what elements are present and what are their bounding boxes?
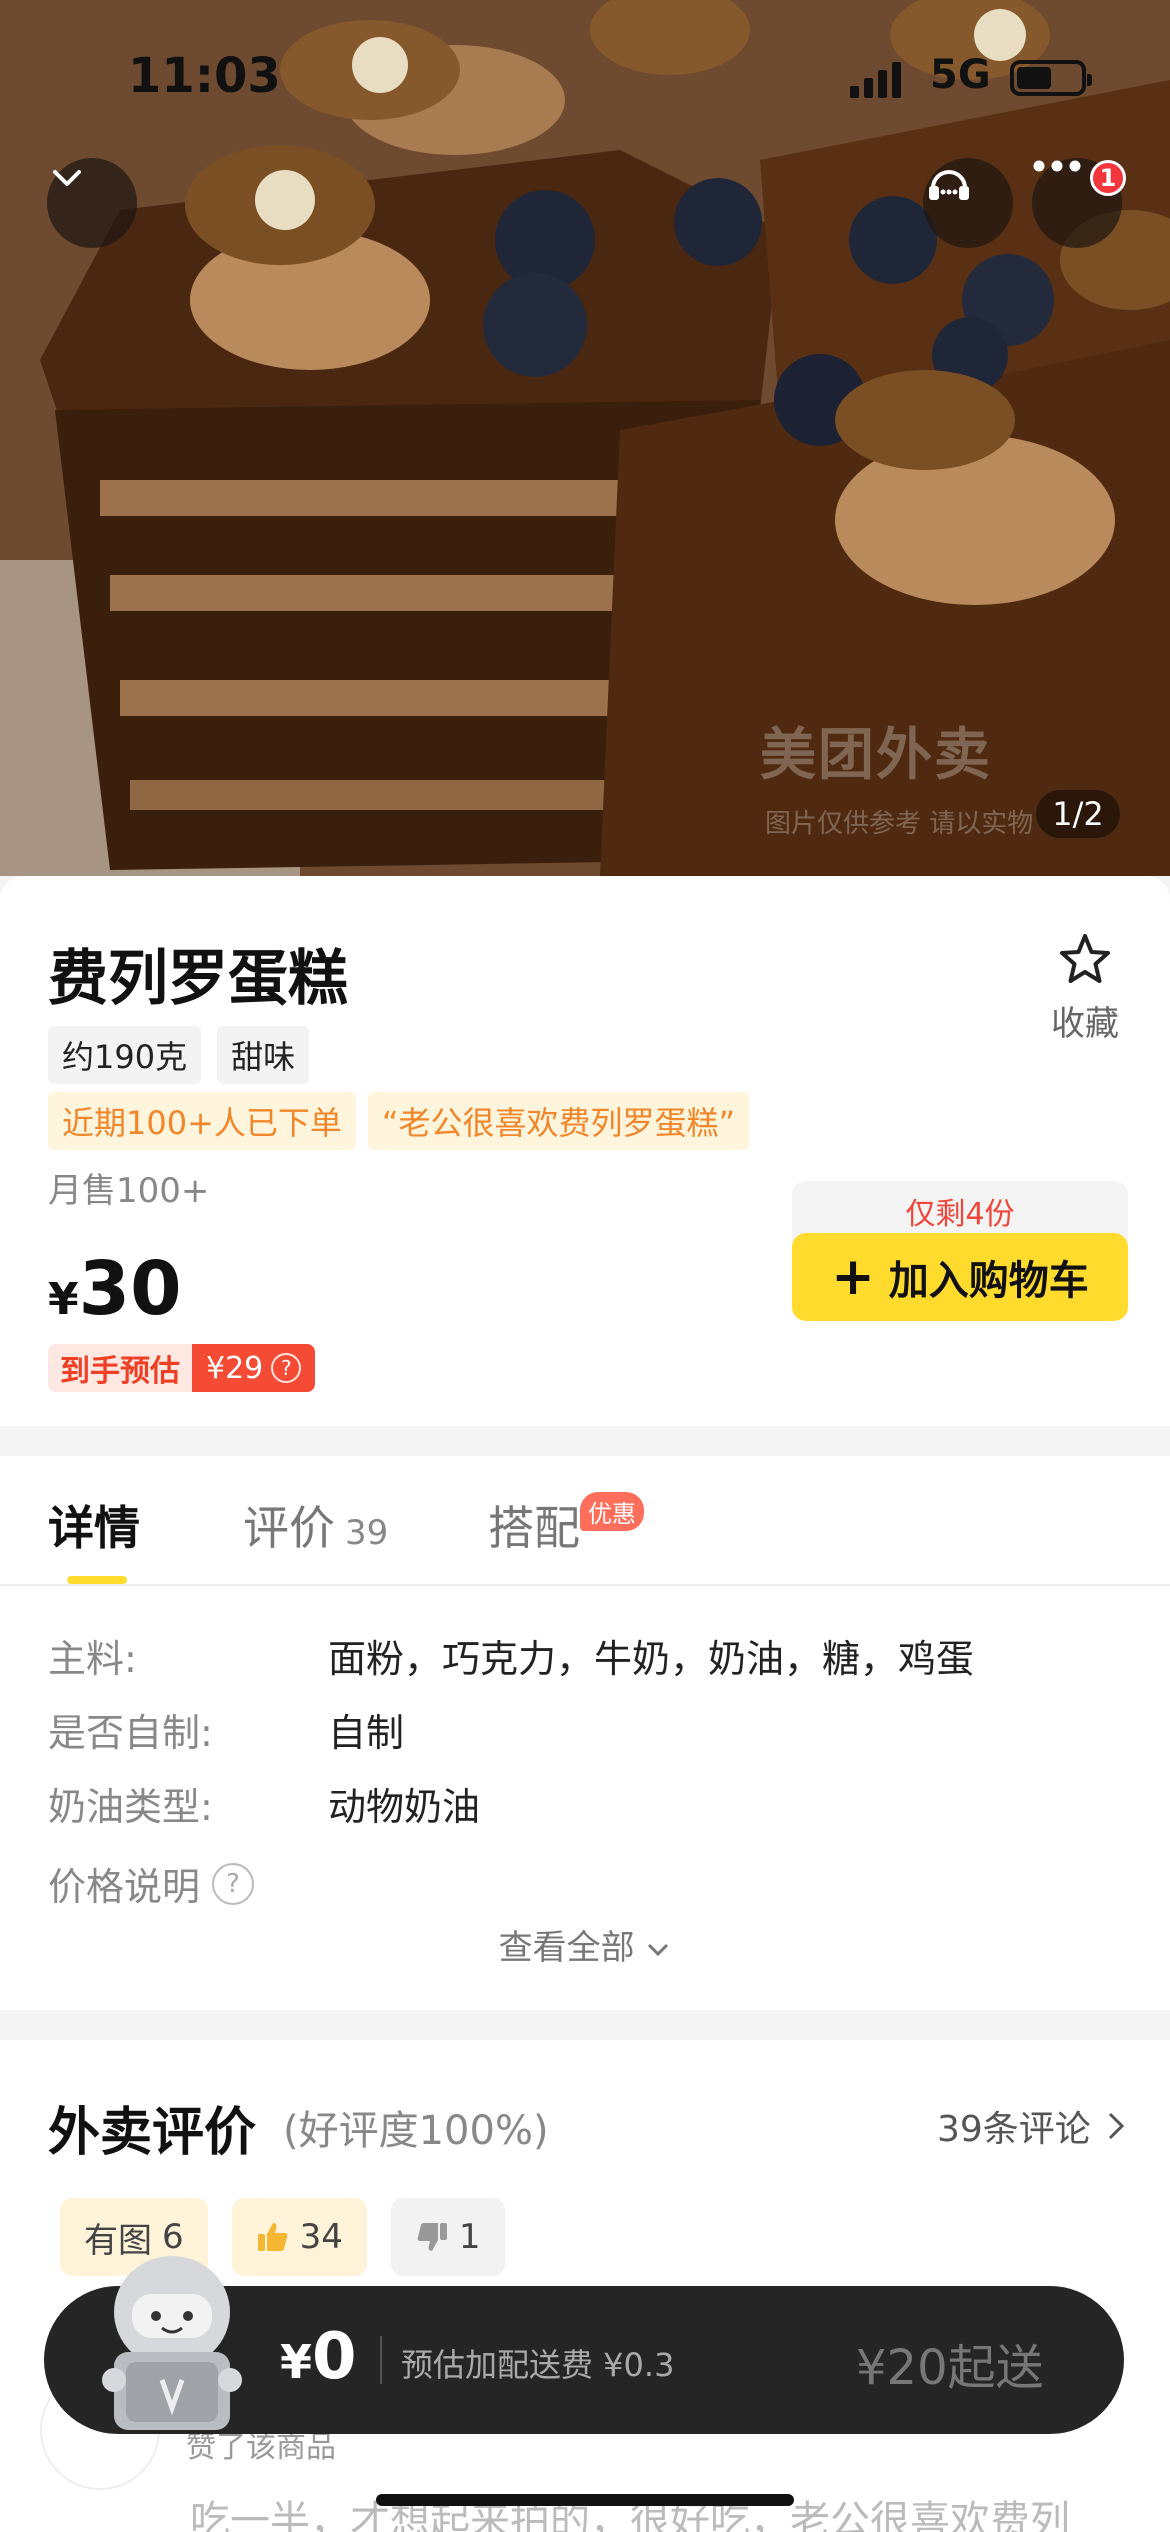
- tab-bar: 详情 评价 39 搭配 优惠: [0, 1456, 1170, 1586]
- customer-service-button[interactable]: [923, 158, 1013, 248]
- discount-badge: 优惠: [580, 1492, 644, 1531]
- orders-tag: 近期100+人已下单: [48, 1092, 356, 1150]
- product-card: 费列罗蛋糕 收藏 约190克 甜味 近期100+人已下单 “老公很喜欢费列罗蛋糕…: [0, 876, 1170, 1426]
- estimated-price-badge[interactable]: 到手预估 ¥29 ?: [48, 1344, 316, 1392]
- product-title: 费列罗蛋糕: [48, 944, 348, 1014]
- divider: [380, 2336, 382, 2384]
- minimum-order-label: ¥20起送: [856, 2340, 1044, 2396]
- signal-icon: [850, 62, 904, 98]
- status-bar: 11:03 5G: [0, 0, 1170, 150]
- star-icon: [1060, 934, 1110, 983]
- taste-tag: 甜味: [217, 1026, 310, 1084]
- attribute-row: 是否自制: 自制: [48, 1702, 404, 1757]
- chevron-right-icon: [1108, 2112, 1124, 2140]
- monthly-sales: 月售100+: [48, 1171, 210, 1211]
- tab-review-count: 39: [345, 1513, 389, 1553]
- help-icon: ?: [212, 1862, 255, 1905]
- tab-review[interactable]: 评价 39: [243, 1492, 388, 1558]
- attribute-key: 奶油类型:: [48, 1785, 213, 1829]
- price-note[interactable]: 价格说明 ?: [48, 1856, 255, 1911]
- review-title: 外卖评价: [48, 2103, 257, 2163]
- quote-tag: “老公很喜欢费列罗蛋糕”: [367, 1092, 750, 1150]
- highlight-tags: 近期100+人已下单 “老公很喜欢费列罗蛋糕”: [48, 1092, 750, 1150]
- review-rating: (好评度100%): [283, 2108, 549, 2154]
- estimate-label: 到手预估: [48, 1344, 192, 1392]
- tab-detail[interactable]: 详情: [48, 1492, 140, 1558]
- attribute-row: 主料: 面粉，巧克力，牛奶，奶油，糖，鸡蛋: [48, 1628, 974, 1683]
- attribute-value: 动物奶油: [328, 1785, 481, 1829]
- attribute-value: 自制: [328, 1711, 405, 1755]
- price-value: 30: [78, 1246, 182, 1332]
- watermark-sub: 图片仅供参考 请以实物: [765, 809, 1034, 839]
- help-icon: ?: [271, 1353, 302, 1383]
- active-tab-indicator: [67, 1576, 127, 1584]
- estimate-price: ¥29: [206, 1350, 264, 1386]
- status-time: 11:03: [128, 48, 281, 104]
- add-to-cart-button[interactable]: + 加入购物车: [792, 1233, 1128, 1321]
- filter-count: 34: [299, 2217, 343, 2257]
- favorite-button[interactable]: 收藏: [1040, 932, 1130, 1045]
- thumbs-up-icon: [257, 2223, 288, 2251]
- review-count-link[interactable]: 39条评论: [937, 2100, 1125, 2152]
- chevron-down-icon: [53, 170, 81, 186]
- estimate-price-box: ¥29 ?: [192, 1344, 316, 1392]
- cart-total-value: 0: [312, 2320, 357, 2394]
- image-page-indicator: 1/2: [1036, 790, 1120, 838]
- thumbs-down-icon: [417, 2223, 447, 2251]
- home-indicator[interactable]: [376, 2494, 794, 2506]
- watermark: 美团外卖: [760, 723, 992, 788]
- attribute-key: 主料:: [48, 1637, 137, 1681]
- mascot-cart-icon[interactable]: [92, 2240, 252, 2440]
- stock-note: 仅剩4份: [792, 1181, 1128, 1241]
- plus-icon: +: [831, 1247, 875, 1307]
- headset-icon: [929, 170, 969, 200]
- more-dots-icon: [1033, 160, 1081, 172]
- attribute-key: 是否自制:: [48, 1711, 213, 1755]
- review-count-label: 39条评论: [937, 2109, 1091, 2150]
- delivery-fee-note: 预估加配送费 ¥0.3: [401, 2346, 675, 2384]
- see-all-label: 查看全部: [498, 1928, 635, 1968]
- see-all-button[interactable]: 查看全部: [0, 1920, 1170, 1969]
- add-to-cart-label: 加入购物车: [888, 1258, 1089, 1304]
- tab-combo[interactable]: 搭配: [488, 1492, 580, 1558]
- battery-icon: [1010, 60, 1092, 96]
- filter-thumbs-down[interactable]: 1: [390, 2198, 505, 2276]
- currency-symbol: ¥: [48, 1274, 79, 1325]
- favorite-label: 收藏: [1051, 1004, 1119, 1044]
- filter-count: 1: [458, 2217, 481, 2257]
- attribute-row: 奶油类型: 动物奶油: [48, 1776, 480, 1831]
- collapse-button[interactable]: [47, 158, 137, 248]
- product-image[interactable]: 11:03 5G 1 美团外卖 图片仅供参考 请以实物 1/2: [0, 0, 1170, 876]
- cart-total: ¥0: [280, 2320, 357, 2394]
- detail-section: 详情 评价 39 搭配 优惠 主料: 面粉，巧克力，牛奶，奶油，糖，鸡蛋 是否自制…: [0, 1456, 1170, 2010]
- attribute-value: 面粉，巧克力，牛奶，奶油，糖，鸡蛋: [328, 1637, 975, 1681]
- notification-badge: 1: [1090, 160, 1126, 196]
- chevron-down-icon: [648, 1943, 669, 1957]
- weight-tag: 约190克: [48, 1026, 202, 1084]
- product-price: ¥30: [48, 1246, 182, 1332]
- price-note-label: 价格说明: [48, 1865, 201, 1909]
- tab-review-label: 评价: [243, 1501, 335, 1555]
- spec-tags: 约190克 甜味: [48, 1026, 310, 1084]
- network-label: 5G: [930, 52, 991, 98]
- currency-symbol: ¥: [280, 2335, 313, 2389]
